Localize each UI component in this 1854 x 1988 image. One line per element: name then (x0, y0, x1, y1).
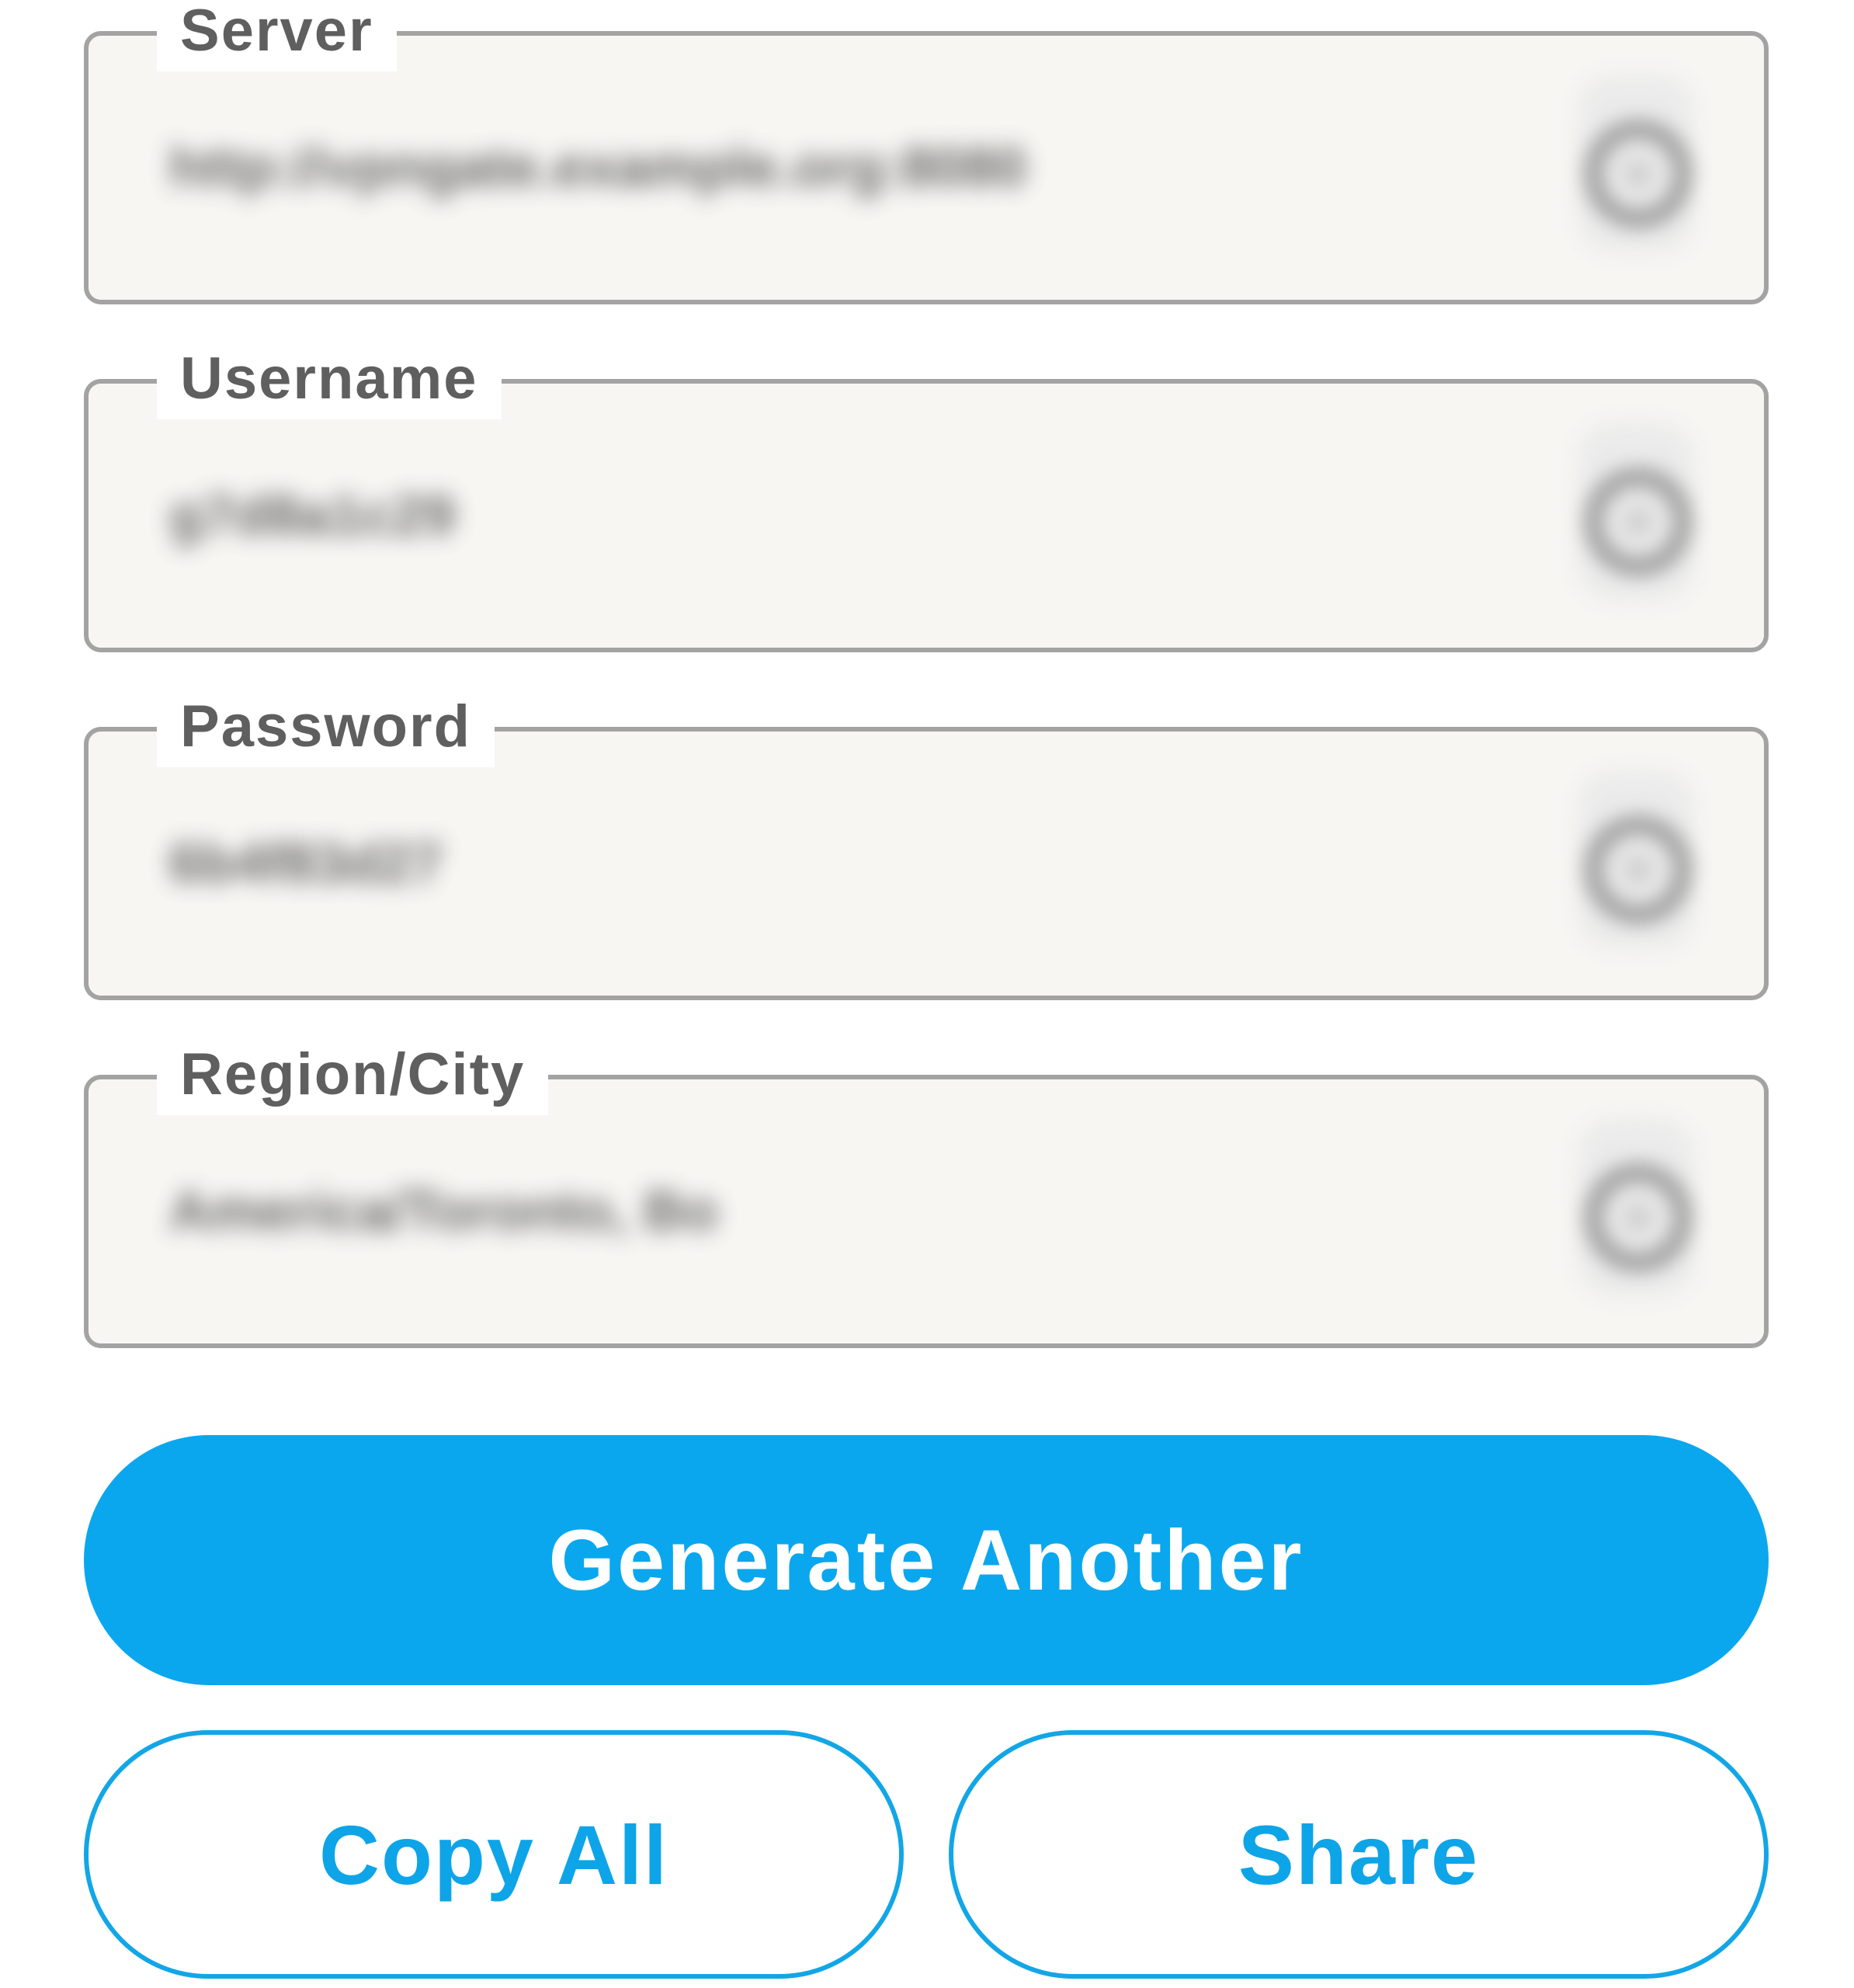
region-city-value: America/Toronto, Bo (169, 1180, 718, 1242)
username-field: Username g7d8a1c29 (84, 339, 1769, 652)
region-city-label: Region/City (157, 1034, 549, 1115)
generate-another-button[interactable]: Generate Another (84, 1435, 1769, 1685)
server-label: Server (157, 0, 397, 71)
password-label: Password (157, 686, 495, 767)
copy-username-button[interactable] (1562, 422, 1710, 601)
username-value: g7d8a1c29 (169, 485, 456, 547)
server-field: Server http://vpngate.example.org:8080 (84, 0, 1769, 304)
copy-password-button[interactable] (1562, 770, 1710, 949)
copy-icon (1578, 422, 1694, 601)
copy-all-button[interactable]: Copy All (84, 1730, 904, 1979)
password-value: 6b4f83d27 (169, 832, 443, 895)
copy-icon (1578, 75, 1694, 253)
copy-icon (1578, 770, 1694, 949)
share-button[interactable]: Share (949, 1730, 1769, 1979)
copy-server-button[interactable] (1562, 75, 1710, 253)
server-value: http://vpngate.example.org:8080 (169, 137, 1027, 199)
copy-region-city-button[interactable] (1562, 1118, 1710, 1297)
copy-icon (1578, 1118, 1694, 1297)
username-label: Username (157, 339, 502, 419)
region-city-field: Region/City America/Toronto, Bo (84, 1034, 1769, 1348)
password-field: Password 6b4f83d27 (84, 686, 1769, 1000)
